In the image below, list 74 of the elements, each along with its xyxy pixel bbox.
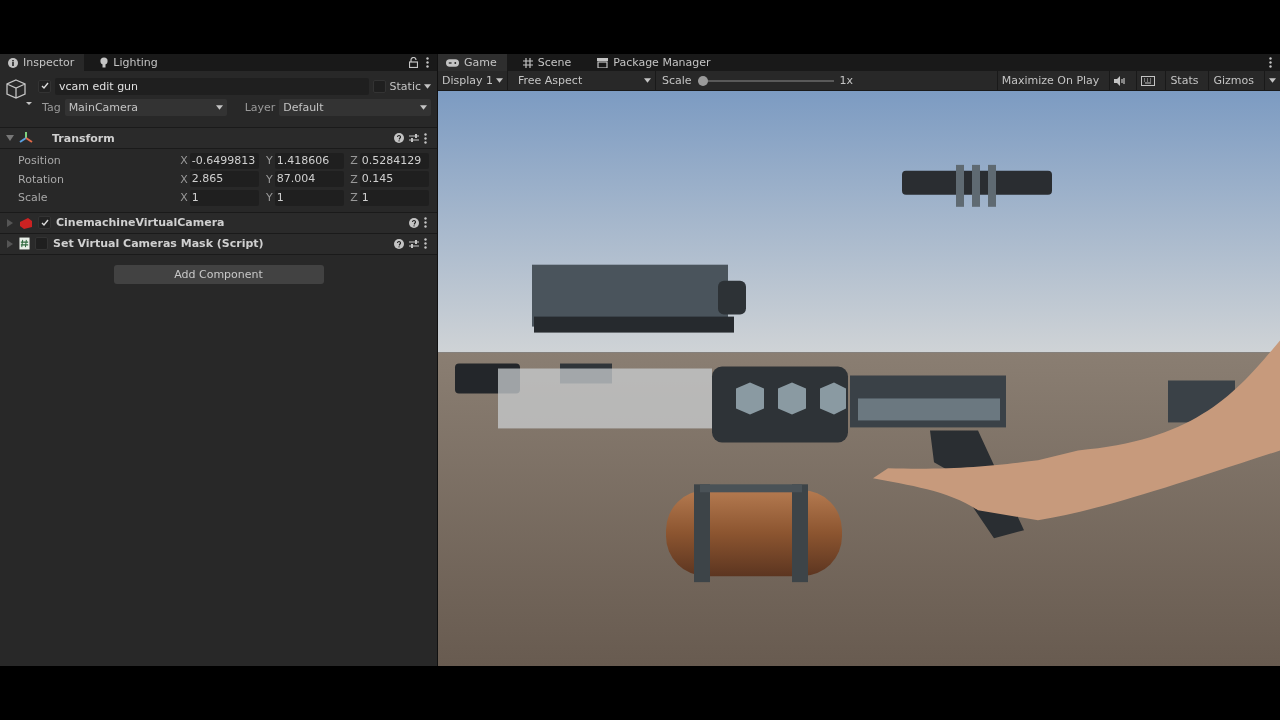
axis-label: Y	[265, 172, 273, 186]
scale-reading: 1x	[839, 74, 854, 87]
axis-label: X	[179, 154, 188, 168]
view-tab[interactable]: Package Manager	[589, 54, 721, 71]
add-component-button[interactable]: Add Component	[113, 264, 324, 284]
view-tab[interactable]: Scene	[514, 54, 582, 71]
scale-label: Scale	[662, 74, 692, 87]
property-label: Position	[18, 154, 62, 168]
stats-button[interactable]: Stats	[1165, 71, 1203, 90]
component-title: CinemachineVirtualCamera	[56, 216, 225, 229]
keyboard-icon[interactable]	[1141, 75, 1156, 86]
tag-dropdown[interactable]: MainCamera	[64, 98, 227, 116]
inspector-tab[interactable]: Lighting	[92, 54, 168, 71]
component-title: Transform	[52, 131, 115, 145]
number-field[interactable]: 2.865	[189, 171, 259, 188]
component-title: Set Virtual Cameras Mask (Script)	[53, 237, 264, 250]
axis-label: Z	[349, 154, 358, 168]
aspect-dropdown[interactable]: Free Aspect	[514, 71, 656, 90]
axis-label: X	[179, 191, 188, 205]
axis-label: X	[179, 172, 188, 186]
script-icon	[19, 237, 30, 250]
axis-label: Z	[349, 172, 358, 186]
layer-label: Layer	[244, 100, 276, 114]
display-dropdown[interactable]: Display 1	[438, 71, 508, 90]
property-label: Rotation	[18, 172, 65, 186]
gizmos-button[interactable]: Gizmos	[1208, 71, 1258, 90]
more-icon[interactable]	[424, 217, 427, 228]
number-field[interactable]: 1	[359, 189, 429, 206]
more-icon[interactable]	[426, 57, 429, 68]
static-dropdown[interactable]: Static	[389, 79, 431, 93]
number-field[interactable]: 0.145	[359, 171, 429, 188]
view-tab[interactable]: Game	[438, 54, 507, 71]
box-icon	[597, 57, 609, 68]
help-icon[interactable]	[394, 133, 404, 143]
caret-icon	[644, 78, 651, 83]
active-checkbox[interactable]	[38, 79, 51, 93]
caret-icon	[496, 78, 503, 83]
caret-icon	[424, 83, 431, 89]
caret-icon	[215, 104, 223, 110]
caret-icon[interactable]	[1269, 78, 1276, 83]
speaker-icon[interactable]	[1114, 75, 1127, 86]
axis-label: Z	[349, 191, 358, 205]
number-field[interactable]: 87.004	[274, 171, 344, 188]
axis-label: Y	[265, 154, 273, 168]
lightbulb-icon	[100, 57, 109, 68]
inspector-tab[interactable]: Inspector	[0, 54, 85, 71]
axis-label: Y	[265, 191, 273, 205]
more-icon[interactable]	[424, 132, 427, 144]
slider-thumb[interactable]	[697, 75, 708, 86]
enabled-checkbox[interactable]	[38, 216, 51, 229]
more-icon[interactable]	[424, 238, 427, 249]
presets-icon[interactable]	[409, 238, 419, 249]
cube-icon[interactable]	[6, 78, 34, 108]
info-icon	[8, 57, 18, 68]
number-field[interactable]: -0.6499813	[189, 152, 259, 169]
number-field[interactable]: 1.418606	[274, 152, 344, 169]
number-field[interactable]: 1	[274, 189, 344, 206]
tag-label: Tag	[42, 100, 61, 114]
number-field[interactable]: 0.5284129	[359, 152, 429, 169]
grid-icon	[522, 57, 533, 68]
name-field[interactable]: vcam edit gun	[55, 77, 369, 95]
help-icon[interactable]	[394, 238, 404, 249]
help-icon[interactable]	[409, 217, 419, 228]
number-field[interactable]: 1	[189, 189, 259, 206]
more-icon[interactable]	[1269, 57, 1272, 68]
gamepad-icon	[446, 58, 459, 67]
lock-icon[interactable]	[409, 57, 418, 68]
caret-icon	[420, 104, 427, 110]
presets-icon[interactable]	[409, 133, 419, 143]
property-label: Scale	[18, 191, 49, 205]
maximize-on-play-button[interactable]: Maximize On Play	[996, 71, 1104, 90]
layer-dropdown[interactable]: Default	[279, 98, 431, 116]
axes-icon	[19, 131, 33, 145]
foldout-icon[interactable]	[6, 134, 14, 142]
